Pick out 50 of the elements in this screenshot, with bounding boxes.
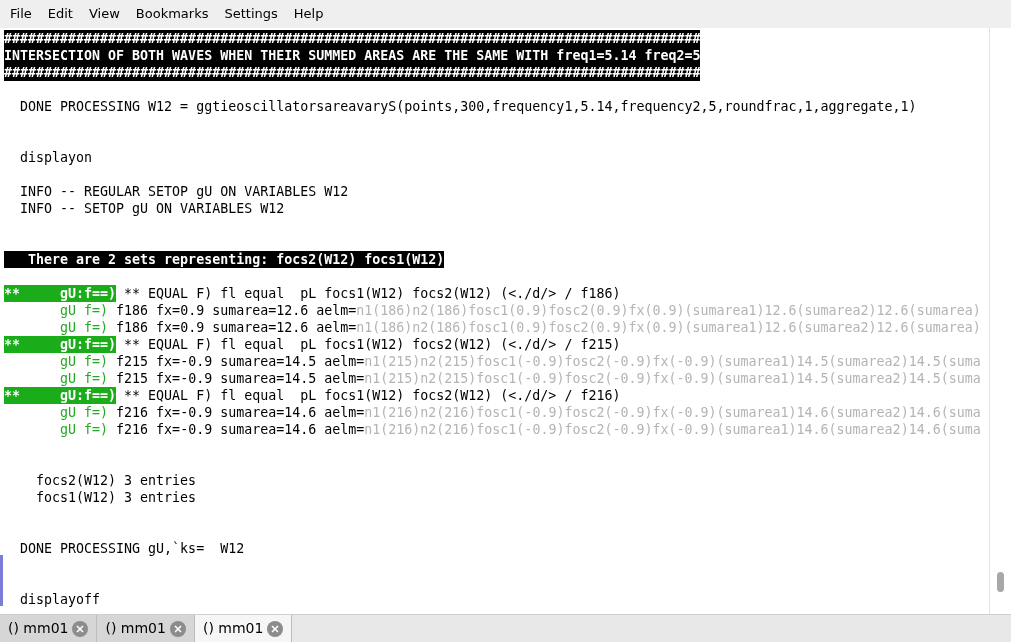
header-banner: ####################################################################################### bbox=[4, 64, 701, 81]
status-text: gU f=) bbox=[59, 370, 109, 387]
console-text: INFO -- SETOP gU ON VARIABLES W12 bbox=[19, 200, 285, 217]
detail-text: n1(186)n2(186)fosc1(0.9)fosc2(0.9)fx(0.9)(sumarea1)12.6(sumarea2)12.6(sumarea) bbox=[356, 302, 981, 319]
scrollbar-thumb[interactable] bbox=[997, 572, 1004, 592]
console-text: ** EQUAL F) fl equal pL focs1(W12) focs2(W12) (<./d/> / f186) bbox=[123, 285, 621, 302]
menu-item[interactable]: File bbox=[2, 0, 40, 28]
status-text: gU f=) bbox=[59, 319, 109, 336]
console-text: f216 fx=-0.9 sumarea=14.6 aelm= bbox=[115, 404, 365, 421]
console-text: focs2(W12) 3 entries bbox=[35, 472, 197, 489]
close-icon[interactable] bbox=[169, 620, 186, 637]
console-text: focs1(W12) 3 entries bbox=[35, 489, 197, 506]
detail-text: n1(215)n2(215)fosc1(-0.9)fosc2(-0.9)fx(-0.9)(sumarea1)14.5(sumarea2)14.5(suma bbox=[364, 353, 981, 370]
console-text: displayon bbox=[19, 149, 93, 166]
detail-text: n1(216)n2(216)fosc1(-0.9)fosc2(-0.9)fx(-0.9)(sumarea1)14.6(sumarea2)14.6(suma bbox=[364, 421, 981, 438]
status-text: gU f=) bbox=[59, 404, 109, 421]
status-text: gU f=) bbox=[59, 302, 109, 319]
tab[interactable]: () mm01 bbox=[97, 615, 195, 642]
change-marker bbox=[0, 555, 3, 606]
console-text: f215 fx=-0.9 sumarea=14.5 aelm= bbox=[115, 370, 365, 387]
tab[interactable]: () mm01 bbox=[0, 615, 98, 642]
menu-item[interactable]: Edit bbox=[39, 0, 81, 28]
menu-item[interactable]: View bbox=[80, 0, 128, 28]
console-text: displayoff bbox=[19, 591, 101, 608]
console-text: INFO -- REGULAR SETOP gU ON VARIABLES W12 bbox=[19, 183, 349, 200]
console-text: f186 fx=0.9 sumarea=12.6 aelm= bbox=[115, 302, 357, 319]
menu-item[interactable]: Settings bbox=[216, 0, 286, 28]
console-text: DONE PROCESSING gU,`ks= W12 bbox=[19, 540, 245, 557]
console-text: f216 fx=-0.9 sumarea=14.6 aelm= bbox=[115, 421, 365, 438]
status-label: ** gU:f==) bbox=[4, 387, 117, 404]
menu-item[interactable]: Bookmarks bbox=[127, 0, 217, 28]
console-text: f186 fx=0.9 sumarea=12.6 aelm= bbox=[115, 319, 357, 336]
header-banner: ####################################################################################### bbox=[4, 30, 701, 47]
header-banner: There are 2 sets representing: focs2(W12) focs1(W12) bbox=[4, 251, 445, 268]
status-label: ** gU:f==) bbox=[4, 285, 117, 302]
console-text: f215 fx=-0.9 sumarea=14.5 aelm= bbox=[115, 353, 365, 370]
status-label: ** gU:f==) bbox=[4, 336, 117, 353]
header-banner: INTERSECTION OF BOTH WAVES WHEN THEIR SUMMED AREAS ARE THE SAME WITH freq1=5.14 freq2=5 bbox=[4, 47, 701, 64]
console-text: DONE PROCESSING W12 = ggtieoscillatorsareavaryS(points,300,frequency1,5.14,frequency2,5,roundfrac,1,aggregate,1) bbox=[19, 98, 917, 115]
detail-text: n1(216)n2(216)fosc1(-0.9)fosc2(-0.9)fx(-0.9)(sumarea1)14.6(sumarea2)14.6(suma bbox=[364, 404, 981, 421]
status-text: gU f=) bbox=[59, 353, 109, 370]
status-text: gU f=) bbox=[59, 421, 109, 438]
console-text: ** EQUAL F) fl equal pL focs1(W12) focs2(W12) (<./d/> / f215) bbox=[123, 336, 621, 353]
menu-item[interactable]: Help bbox=[285, 0, 332, 28]
close-icon[interactable] bbox=[72, 620, 89, 637]
console-text: ** EQUAL F) fl equal pL focs1(W12) focs2(W12) (<./d/> / f216) bbox=[123, 387, 621, 404]
close-icon[interactable] bbox=[267, 620, 284, 637]
tab[interactable]: () mm01 bbox=[194, 615, 293, 642]
detail-text: n1(186)n2(186)fosc1(0.9)fosc2(0.9)fx(0.9)(sumarea1)12.6(sumarea2)12.6(sumarea) bbox=[356, 319, 981, 336]
detail-text: n1(215)n2(215)fosc1(-0.9)fosc2(-0.9)fx(-0.9)(sumarea1)14.5(sumarea2)14.5(suma bbox=[364, 370, 981, 387]
